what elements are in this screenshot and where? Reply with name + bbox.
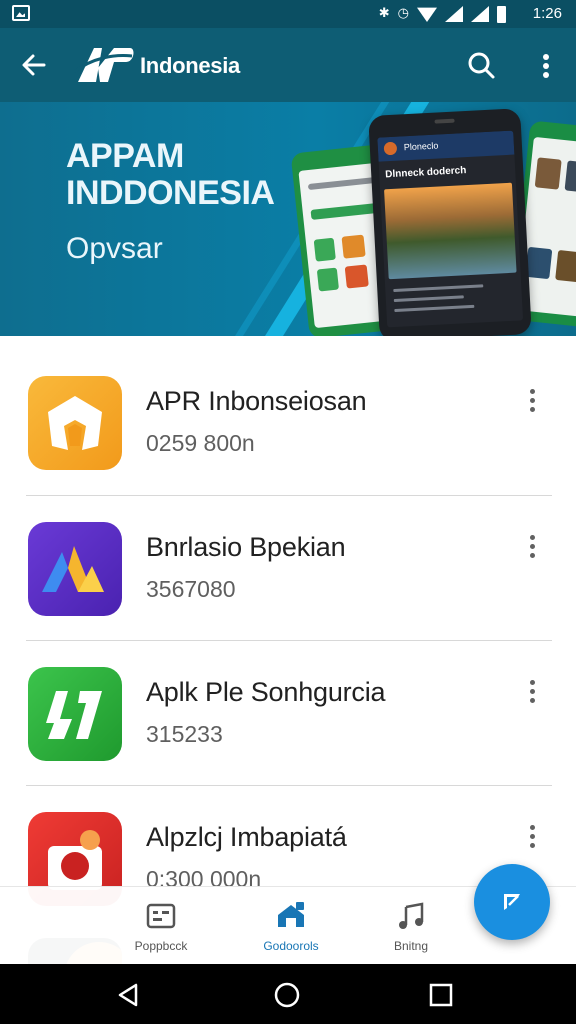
recents-square-icon[interactable] [426,980,456,1010]
bluetooth-icon: ✱ [378,6,390,21]
wifi-icon [417,7,437,22]
app-meta: 3567080 [146,576,236,602]
floating-action-button[interactable] [474,864,550,940]
app-title: Indonesia [140,53,240,78]
landscape-photo [384,182,517,280]
app-name: Aplk Ple Sonhgurcia [146,677,386,707]
list-item[interactable]: Aplk Ple Sonhgurcia 315233 [0,627,576,773]
nav-item-home[interactable]: Godoorols [236,899,346,959]
app-logo [73,42,134,86]
green-bolt-app-icon [28,667,122,761]
signal-icon [445,6,463,22]
more-vert-icon[interactable] [516,384,548,416]
status-bar: ✱ ◷ 1:26 [0,0,576,28]
promo-banner[interactable]: APPAM INDDONESIA Opvsar Ploneclo Dlnneck… [0,102,576,336]
banner-title-line-1: APPAM [66,137,184,175]
app-name: APR Inbonseiosan [146,386,367,416]
system-navigation-bar [0,964,576,1024]
purple-triangle-app-icon [28,522,122,616]
more-vert-icon[interactable] [516,530,548,562]
phone-mockup-front: Ploneclo Dlnneck doderch [368,108,532,336]
home-circle-icon[interactable] [272,980,302,1010]
banner-title: APPAM INDDONESIA [66,137,275,212]
more-vert-icon[interactable] [516,820,548,852]
app-name: Bnrlasio Bpekian [146,532,346,562]
phone-screen-heading: Dlnneck doderch [384,165,467,181]
app-meta: 315233 [146,721,223,747]
back-arrow-icon [22,54,46,76]
list-item[interactable]: Bnrlasio Bpekian 3567080 [0,482,576,628]
alarm-icon: ◷ [397,6,409,21]
signal-icon-2 [471,6,489,22]
phone-screen-header: Ploneclo [403,140,439,153]
more-vert-icon[interactable] [516,675,548,707]
nav-label: Poppbcck [134,939,188,953]
search-icon [468,52,495,79]
orange-shield-app-icon [28,376,122,470]
overflow-menu-button[interactable] [526,46,566,86]
nav-item-dashboard[interactable]: Poppbcck [106,899,216,959]
home-store-icon [278,902,304,927]
search-button[interactable] [462,46,502,86]
list-item[interactable]: APR Inbonseiosan 0259 800n [0,336,576,482]
battery-icon [497,5,506,23]
dashboard-icon [146,903,176,929]
app-bar: Indonesia [0,28,576,102]
back-triangle-icon[interactable] [114,980,144,1010]
status-time: 1:26 [532,5,562,22]
gallery-notification-icon [12,5,30,21]
banner-title-line-2: INDDONESIA [66,174,275,212]
edit-icon [504,894,520,910]
status-icons: ✱ ◷ [379,5,506,23]
nav-item-music[interactable]: Bnitng [356,899,466,959]
music-note-icon [399,902,424,929]
nav-label: Bnitng [393,939,429,953]
banner-subtitle: Opvsar [66,232,163,265]
app-name: Alpzlcj Imbapiatá [146,822,347,852]
nav-label: Godoorols [263,939,319,953]
more-vert-icon [543,54,549,78]
app-meta: 0259 800n [146,430,255,456]
back-button[interactable] [14,45,54,85]
